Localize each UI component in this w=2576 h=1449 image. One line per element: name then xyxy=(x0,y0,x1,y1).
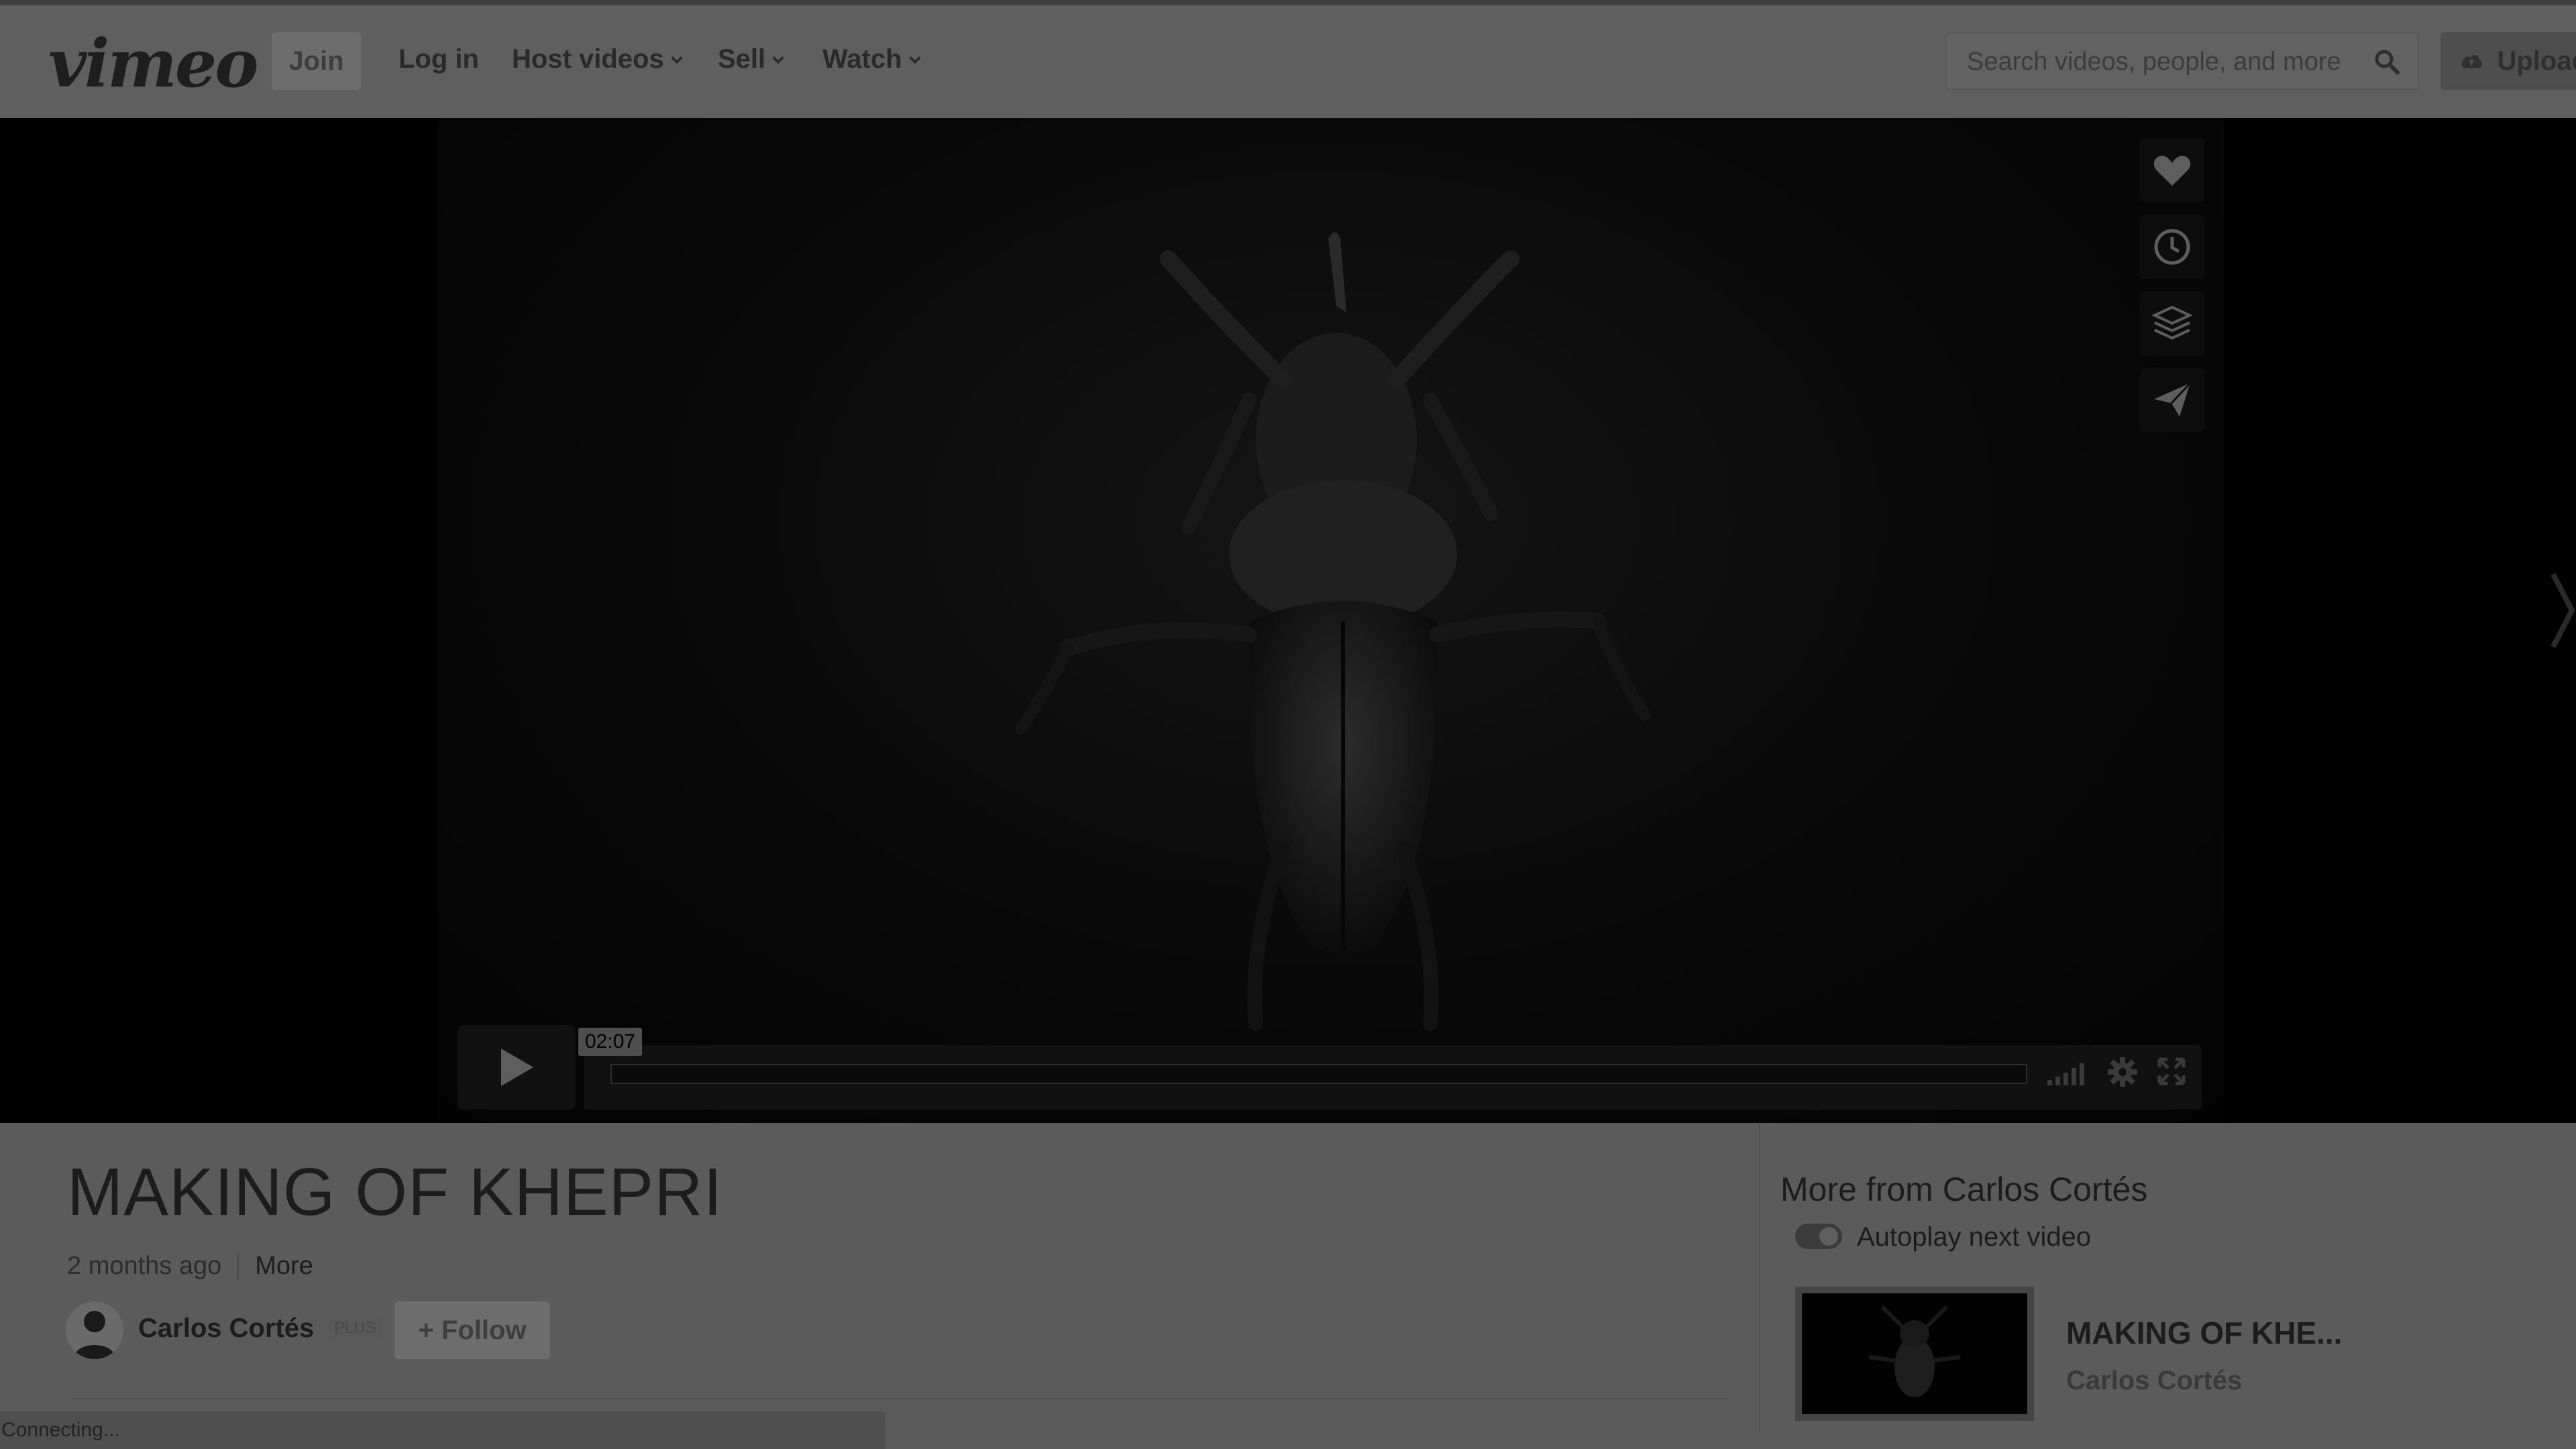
nav-watch[interactable]: Watch xyxy=(822,44,922,74)
like-button[interactable] xyxy=(2140,138,2204,203)
search-input[interactable] xyxy=(1966,34,2364,90)
beetle-video-image xyxy=(1015,232,1651,1031)
time-tooltip: 02:07 xyxy=(578,1028,643,1056)
video-frame[interactable] xyxy=(437,118,2224,1123)
nav-sell-label: Sell xyxy=(718,44,766,74)
vimeo-logo[interactable]: vimeo xyxy=(48,25,259,103)
meta-separator xyxy=(237,1252,239,1280)
follow-button[interactable]: + Follow xyxy=(394,1301,550,1359)
send-icon xyxy=(2154,382,2192,417)
chevron-down-icon xyxy=(671,56,683,64)
cloud-upload-icon xyxy=(2461,55,2482,68)
play-icon xyxy=(501,1049,533,1086)
clock-icon xyxy=(2154,229,2190,265)
nav-login[interactable]: Log in xyxy=(398,44,479,74)
related-video-thumbnail[interactable] xyxy=(1795,1287,2034,1421)
column-divider xyxy=(1759,1123,1760,1432)
video-title: MAKING OF KHEPRI xyxy=(67,1155,723,1230)
author-name[interactable]: Carlos Cortés xyxy=(138,1313,314,1344)
chevron-down-icon xyxy=(908,56,921,64)
fullscreen-icon[interactable] xyxy=(2157,1057,2186,1085)
more-from-heading: More from Carlos Cortés xyxy=(1780,1171,2148,1208)
section-divider xyxy=(67,1398,1731,1399)
upload-button[interactable]: Upload xyxy=(2440,32,2576,90)
nav-host-videos[interactable]: Host videos xyxy=(512,44,684,74)
related-video-author[interactable]: Carlos Cortés xyxy=(2066,1366,2242,1396)
search-box xyxy=(1945,32,2419,90)
video-meta: 2 months ago More xyxy=(67,1252,313,1281)
autoplay-toggle[interactable] xyxy=(1795,1224,1842,1249)
layers-icon xyxy=(2152,305,2192,340)
thumbnail-image xyxy=(1802,1293,2027,1414)
volume-icon[interactable] xyxy=(2046,1060,2090,1087)
search-icon[interactable] xyxy=(2373,48,2400,75)
nav-login-label: Log in xyxy=(398,44,479,74)
beetle-thumbnail-image xyxy=(1868,1305,1961,1397)
upload-label: Upload xyxy=(2497,46,2576,76)
nav-sell[interactable]: Sell xyxy=(718,44,786,74)
play-button[interactable] xyxy=(458,1025,576,1110)
next-video-arrow-icon[interactable] xyxy=(2549,570,2576,651)
user-avatar-icon xyxy=(66,1301,123,1359)
nav-host-videos-label: Host videos xyxy=(512,44,664,74)
autoplay-label: Autoplay next video xyxy=(1857,1222,2092,1252)
site-header: vimeo Join Log in Host videos Sell Watch… xyxy=(0,5,2576,119)
plus-badge: PLUS xyxy=(329,1316,382,1340)
progress-bar[interactable] xyxy=(610,1064,2027,1084)
nav-watch-label: Watch xyxy=(822,44,902,74)
avatar[interactable] xyxy=(66,1301,123,1359)
browser-status-bar: Connecting... xyxy=(0,1411,885,1449)
player-controls: 02:07 xyxy=(458,1025,2204,1112)
collections-button[interactable] xyxy=(2140,291,2204,356)
related-video-title[interactable]: MAKING OF KHE... xyxy=(2066,1315,2342,1351)
video-age: 2 months ago xyxy=(67,1252,222,1280)
toggle-knob xyxy=(1819,1227,1838,1246)
watch-later-button[interactable] xyxy=(2140,215,2204,279)
chevron-down-icon xyxy=(772,56,784,64)
browser-top-line xyxy=(0,0,2576,5)
more-link[interactable]: More xyxy=(255,1252,313,1281)
share-button[interactable] xyxy=(2140,368,2204,432)
join-button[interactable]: Join xyxy=(272,32,361,90)
gear-icon[interactable] xyxy=(2106,1056,2139,1088)
heart-icon xyxy=(2153,156,2191,186)
